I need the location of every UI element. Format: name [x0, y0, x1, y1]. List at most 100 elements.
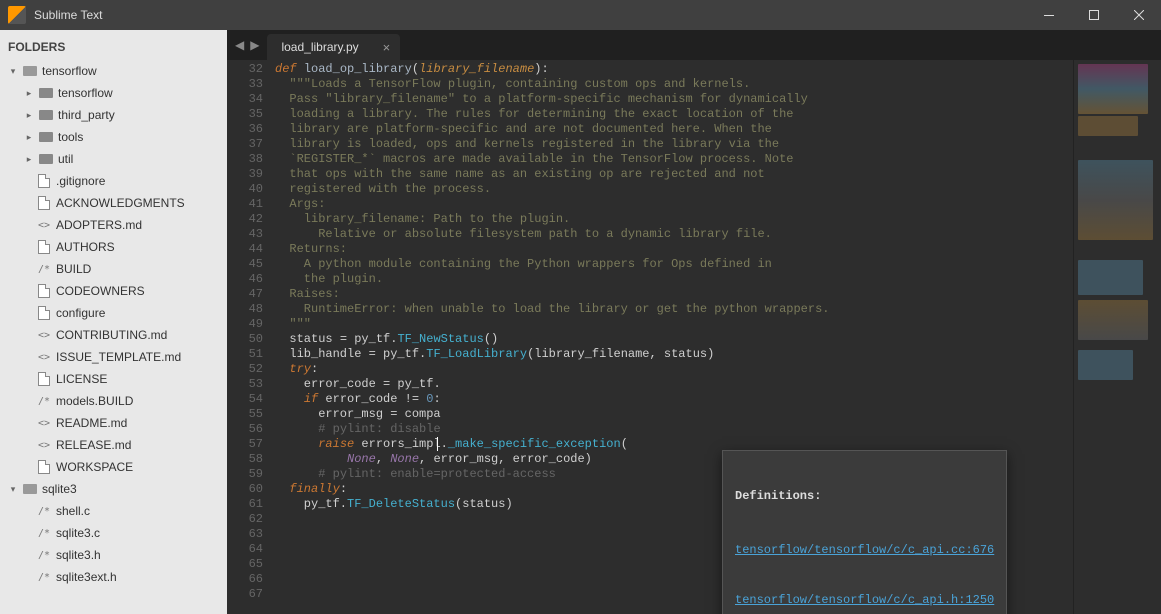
- tree-label: ISSUE_TEMPLATE.md: [56, 350, 181, 364]
- file-item[interactable]: /* sqlite3.c: [0, 522, 227, 544]
- file-item[interactable]: /* BUILD: [0, 258, 227, 280]
- tree-label: sqlite3ext.h: [56, 570, 117, 584]
- folder-icon: [38, 151, 54, 167]
- file-icon: [36, 239, 52, 255]
- tree-label: util: [58, 152, 73, 166]
- file-icon: [36, 195, 52, 211]
- folder-item[interactable]: ▸ tools: [0, 126, 227, 148]
- sidebar-header: FOLDERS: [0, 30, 227, 60]
- text-cursor: [437, 437, 438, 451]
- definition-link[interactable]: tensorflow/tensorflow/c/c_api.cc:676: [735, 540, 994, 560]
- tree-label: shell.c: [56, 504, 90, 518]
- file-item[interactable]: AUTHORS: [0, 236, 227, 258]
- tree-label: CODEOWNERS: [56, 284, 145, 298]
- code-file-icon: /*: [36, 261, 52, 277]
- file-icon: [36, 371, 52, 387]
- file-item[interactable]: <>ISSUE_TEMPLATE.md: [0, 346, 227, 368]
- file-item[interactable]: CODEOWNERS: [0, 280, 227, 302]
- tree-label: LICENSE: [56, 372, 107, 386]
- file-item[interactable]: /* shell.c: [0, 500, 227, 522]
- tree-label: WORKSPACE: [56, 460, 133, 474]
- folder-item[interactable]: ▸ third_party: [0, 104, 227, 126]
- tree-label: tools: [58, 130, 83, 144]
- markup-file-icon: <>: [36, 437, 52, 453]
- tree-label: AUTHORS: [56, 240, 115, 254]
- chevron-right-icon: ▸: [22, 86, 36, 100]
- tree-label: third_party: [58, 108, 115, 122]
- folder-item[interactable]: ▸ util: [0, 148, 227, 170]
- tree-label: BUILD: [56, 262, 91, 276]
- app-icon: [8, 6, 26, 24]
- chevron-right-icon: ▸: [22, 130, 36, 144]
- file-icon: [36, 173, 52, 189]
- chevron-right-icon: ▸: [22, 152, 36, 166]
- tree-label: tensorflow: [42, 64, 97, 78]
- file-item[interactable]: /* sqlite3ext.h: [0, 566, 227, 588]
- file-item[interactable]: .gitignore: [0, 170, 227, 192]
- file-item[interactable]: <> ADOPTERS.md: [0, 214, 227, 236]
- file-item[interactable]: WORKSPACE: [0, 456, 227, 478]
- code-file-icon: /*: [36, 393, 52, 409]
- line-gutter: 3233343536373839404142434445464748495051…: [227, 60, 275, 614]
- folder-tree[interactable]: ▾ tensorflow ▸ tensorflow ▸ third_party ▸ tools…: [0, 60, 227, 588]
- tree-label: .gitignore: [56, 174, 105, 188]
- tree-label: sqlite3.c: [56, 526, 100, 540]
- file-item[interactable]: <> CONTRIBUTING.md: [0, 324, 227, 346]
- folder-icon: [38, 129, 54, 145]
- tree-label: README.md: [56, 416, 127, 430]
- code-file-icon: /*: [36, 569, 52, 585]
- file-item[interactable]: <> README.md: [0, 412, 227, 434]
- open-folder-icon: [22, 63, 38, 79]
- titlebar: Sublime Text: [0, 0, 1161, 30]
- file-icon: [36, 459, 52, 475]
- tree-label: configure: [56, 306, 105, 320]
- nav-back-icon[interactable]: ◀: [235, 38, 244, 52]
- file-item[interactable]: <> RELEASE.md: [0, 434, 227, 456]
- chevron-down-icon: ▾: [6, 482, 20, 496]
- markup-file-icon: <>: [36, 415, 52, 431]
- folder-item[interactable]: ▾ tensorflow: [0, 60, 227, 82]
- folder-item[interactable]: ▾ sqlite3: [0, 478, 227, 500]
- tab-label: load_library.py: [281, 40, 358, 54]
- minimap[interactable]: [1073, 60, 1161, 614]
- tree-label: tensorflow: [58, 86, 113, 100]
- close-button[interactable]: [1116, 0, 1161, 30]
- file-item[interactable]: LICENSE: [0, 368, 227, 390]
- tree-label: sqlite3.h: [56, 548, 101, 562]
- nav-forward-icon[interactable]: ▶: [250, 38, 259, 52]
- file-item[interactable]: /* sqlite3.h: [0, 544, 227, 566]
- folder-item[interactable]: ▸ tensorflow: [0, 82, 227, 104]
- file-icon: [36, 305, 52, 321]
- markup-file-icon: <>: [36, 327, 52, 343]
- popup-title: Definitions:: [735, 489, 994, 504]
- folder-icon: [38, 85, 54, 101]
- folder-icon: [38, 107, 54, 123]
- tabbar: ◀ ▶ load_library.py ×: [227, 30, 1161, 60]
- definition-link[interactable]: tensorflow/tensorflow/c/c_api.h:1250: [735, 590, 994, 610]
- file-item[interactable]: configure: [0, 302, 227, 324]
- app-title: Sublime Text: [34, 8, 102, 22]
- chevron-right-icon: ▸: [22, 108, 36, 122]
- open-folder-icon: [22, 481, 38, 497]
- tree-label: CONTRIBUTING.md: [56, 328, 167, 342]
- markup-file-icon: <>: [36, 217, 52, 233]
- code-file-icon: /*: [36, 525, 52, 541]
- code-area[interactable]: def load_op_library(library_filename): "…: [275, 60, 1073, 614]
- minimize-button[interactable]: [1026, 0, 1071, 30]
- file-item[interactable]: ACKNOWLEDGMENTS: [0, 192, 227, 214]
- tree-label: RELEASE.md: [56, 438, 131, 452]
- chevron-down-icon: ▾: [6, 64, 20, 78]
- tree-label: ADOPTERS.md: [56, 218, 142, 232]
- file-item[interactable]: /* models.BUILD: [0, 390, 227, 412]
- maximize-button[interactable]: [1071, 0, 1116, 30]
- tree-label: sqlite3: [42, 482, 77, 496]
- editor[interactable]: 3233343536373839404142434445464748495051…: [227, 60, 1161, 614]
- definitions-popup: Definitions: tensorflow/tensorflow/c/c_a…: [722, 450, 1007, 614]
- tab-load-library[interactable]: load_library.py ×: [267, 34, 400, 60]
- code-file-icon: /*: [36, 547, 52, 563]
- tree-label: models.BUILD: [56, 394, 133, 408]
- tab-close-icon[interactable]: ×: [383, 40, 391, 55]
- sidebar[interactable]: FOLDERS ▾ tensorflow ▸ tensorflow ▸ third_par…: [0, 30, 227, 614]
- tree-label: ACKNOWLEDGMENTS: [56, 196, 185, 210]
- code-file-icon: /*: [36, 503, 52, 519]
